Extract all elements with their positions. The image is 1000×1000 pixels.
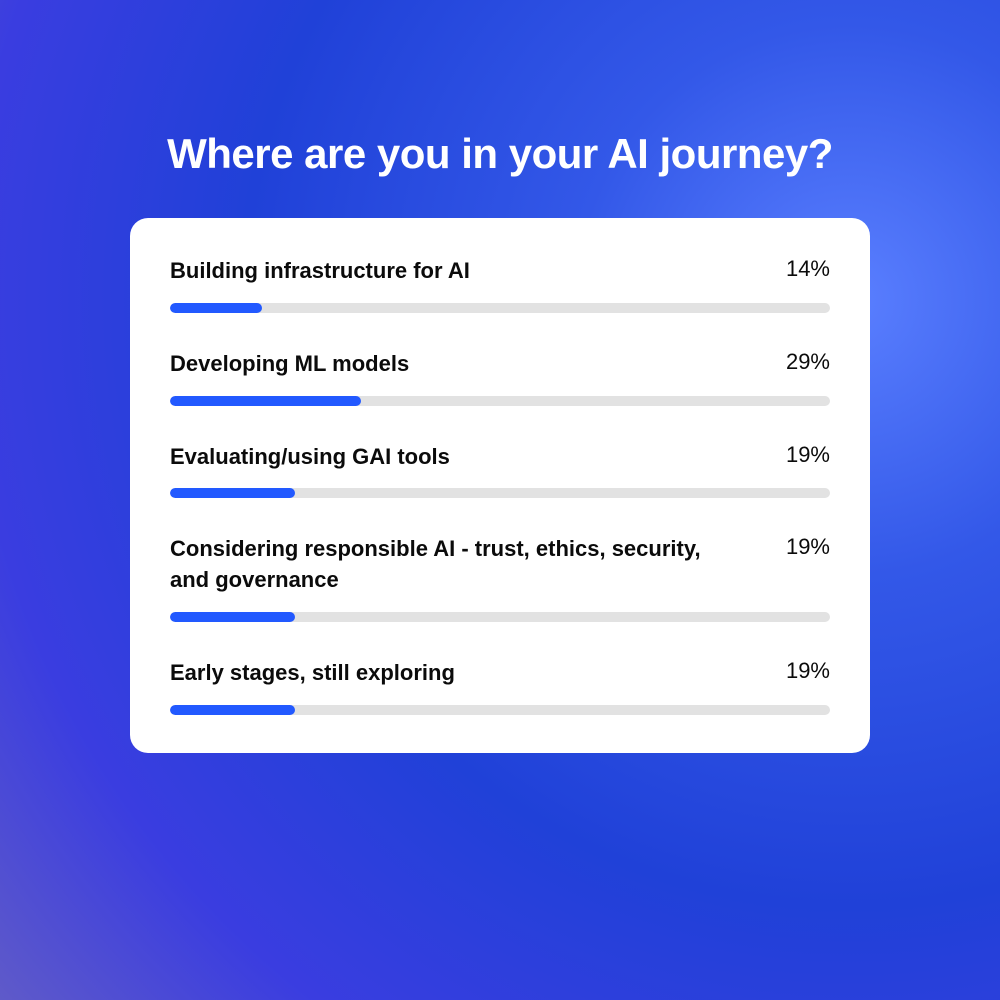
poll-container: Where are you in your AI journey? Buildi… — [0, 0, 1000, 1000]
poll-option-label: Considering responsible AI - trust, ethi… — [170, 534, 710, 596]
progress-fill — [170, 705, 295, 715]
poll-row: Building infrastructure for AI 14% — [170, 256, 830, 313]
progress-fill — [170, 396, 361, 406]
progress-track — [170, 303, 830, 313]
poll-option-value: 19% — [786, 534, 830, 560]
poll-row: Evaluating/using GAI tools 19% — [170, 442, 830, 499]
poll-row-header: Considering responsible AI - trust, ethi… — [170, 534, 830, 596]
progress-track — [170, 705, 830, 715]
poll-option-label: Building infrastructure for AI — [170, 256, 470, 287]
progress-fill — [170, 303, 262, 313]
poll-option-label: Developing ML models — [170, 349, 409, 380]
progress-track — [170, 396, 830, 406]
poll-row-header: Developing ML models 29% — [170, 349, 830, 380]
poll-row: Early stages, still exploring 19% — [170, 658, 830, 715]
poll-row: Developing ML models 29% — [170, 349, 830, 406]
poll-option-label: Evaluating/using GAI tools — [170, 442, 450, 473]
progress-fill — [170, 488, 295, 498]
progress-fill — [170, 612, 295, 622]
poll-row-header: Early stages, still exploring 19% — [170, 658, 830, 689]
poll-row: Considering responsible AI - trust, ethi… — [170, 534, 830, 622]
progress-track — [170, 612, 830, 622]
poll-option-value: 19% — [786, 658, 830, 684]
poll-row-header: Evaluating/using GAI tools 19% — [170, 442, 830, 473]
poll-option-value: 14% — [786, 256, 830, 282]
poll-row-header: Building infrastructure for AI 14% — [170, 256, 830, 287]
progress-track — [170, 488, 830, 498]
poll-option-value: 19% — [786, 442, 830, 468]
poll-option-value: 29% — [786, 349, 830, 375]
poll-title: Where are you in your AI journey? — [167, 130, 833, 178]
poll-option-label: Early stages, still exploring — [170, 658, 455, 689]
poll-card: Building infrastructure for AI 14% Devel… — [130, 218, 870, 753]
